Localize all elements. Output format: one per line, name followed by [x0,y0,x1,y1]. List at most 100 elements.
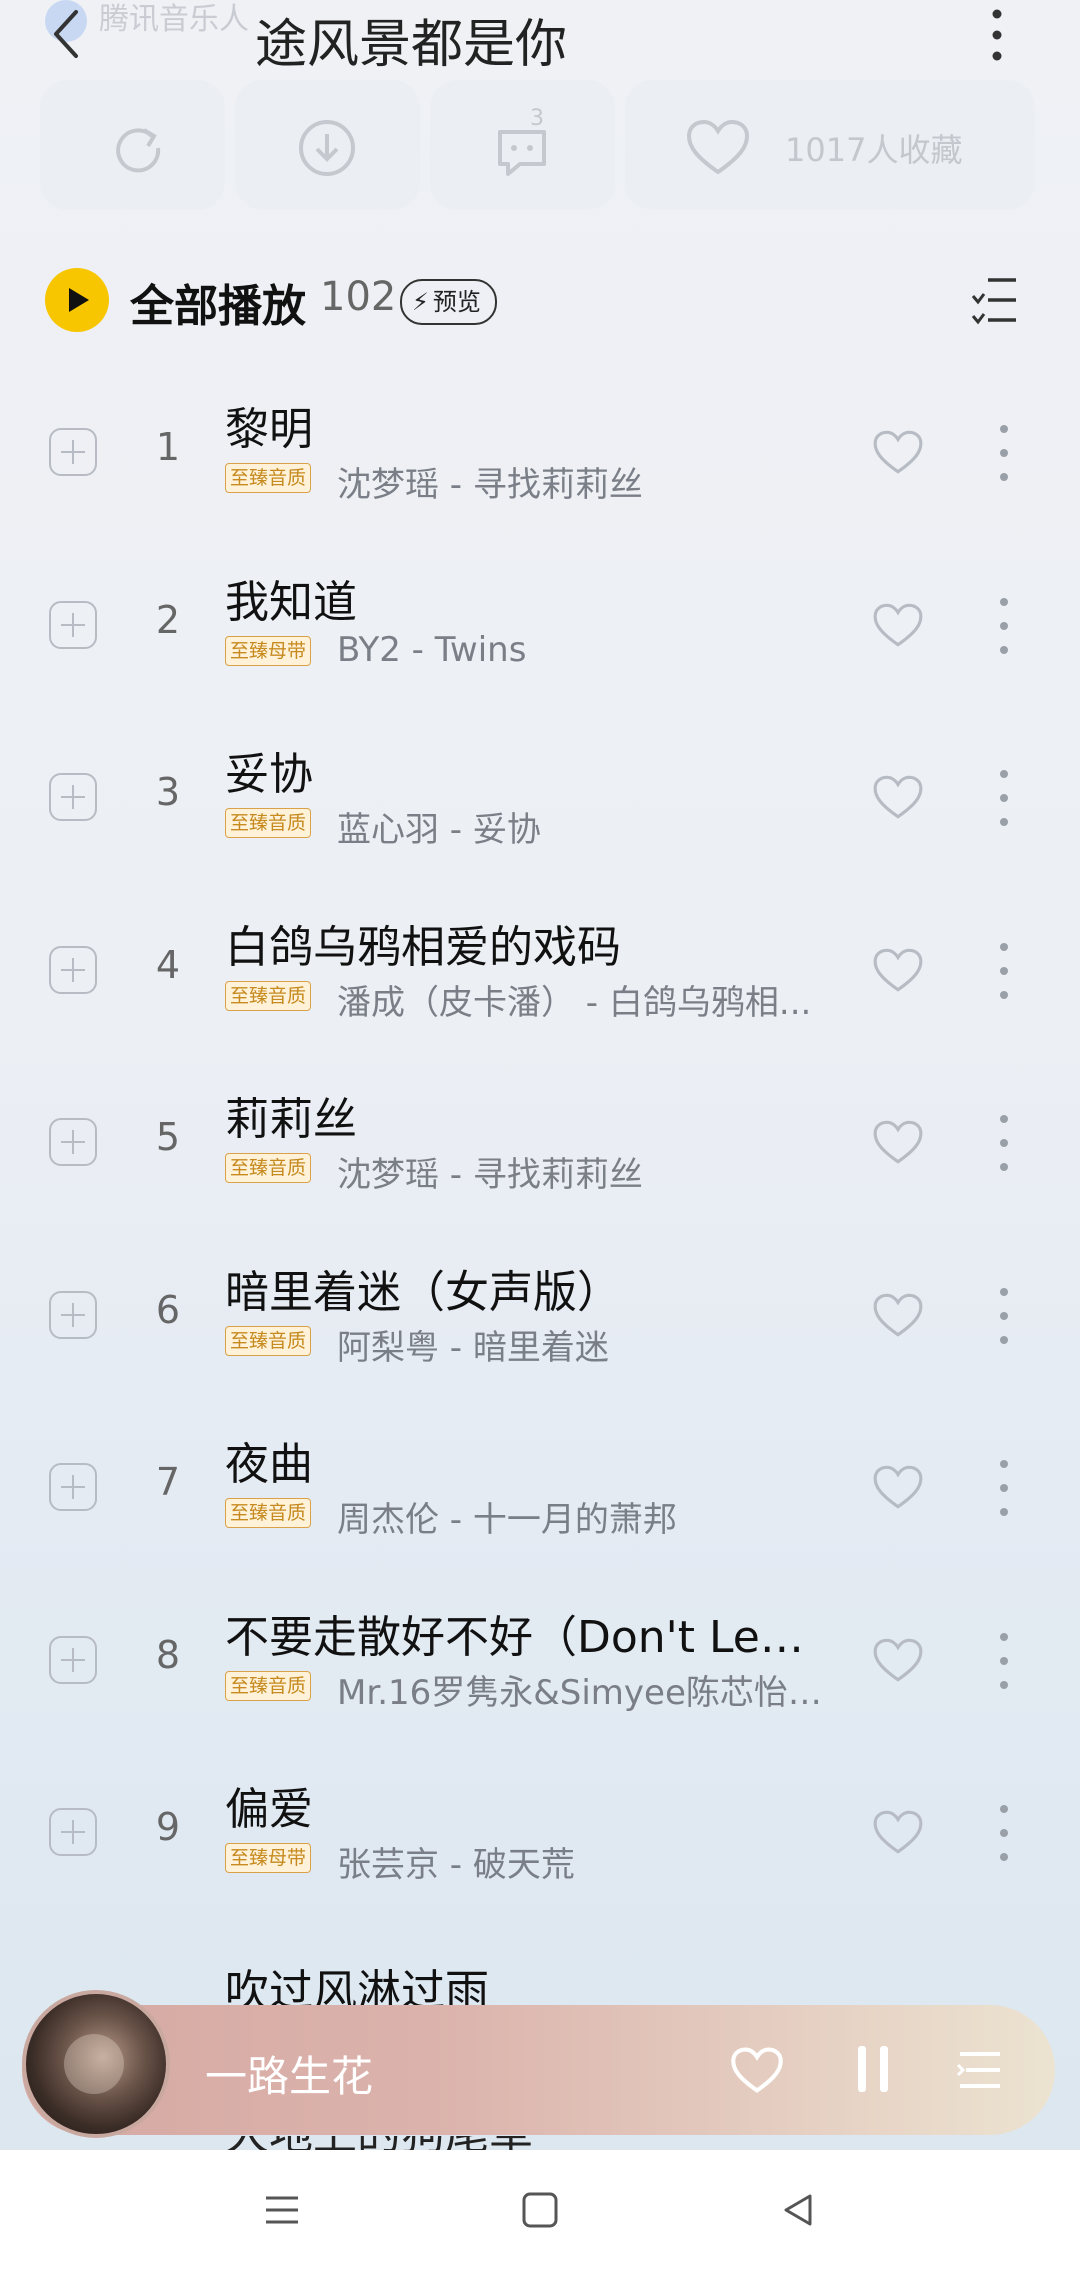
add-to-playlist-icon[interactable] [49,773,97,821]
play-all-label[interactable]: 全部播放 [130,270,306,334]
more-options-icon[interactable] [994,1111,1014,1175]
add-to-playlist-icon[interactable] [49,1118,97,1166]
heart-icon[interactable] [872,1292,924,1338]
download-button[interactable] [235,80,420,210]
more-options-icon[interactable] [994,1456,1014,1520]
more-options-icon[interactable] [994,939,1014,1003]
song-artist-album: 周杰伦 - 十一月的萧邦 [337,1500,677,1540]
add-to-playlist-icon[interactable] [49,1635,97,1684]
song-row[interactable]: 6 暗里着迷（女声版） 至臻音质 阿梨粤 - 暗里着迷 [0,1236,1080,1408]
song-artist-album: 沈梦瑶 - 寻找莉莉丝 [337,465,643,505]
list-manage-icon[interactable] [970,272,1020,328]
more-options-icon[interactable] [994,766,1014,830]
song-row[interactable]: 4 白鸽乌鸦相爱的戏码 至臻音质 潘成（皮卡潘） - 白鸽乌鸦相... [0,891,1080,1063]
share-button[interactable] [40,80,225,210]
comment-badge: 3 [530,106,544,131]
system-nav-bar [0,2150,1080,2283]
add-to-playlist-icon[interactable] [49,945,97,994]
heart-icon[interactable] [872,947,924,993]
song-row[interactable]: 1 黎明 至臻音质 沈梦瑶 - 寻找莉莉丝 [0,373,1080,545]
song-number: 4 [155,942,181,987]
play-all-button[interactable] [45,268,109,332]
song-number: 1 [155,425,181,469]
song-count: 102 [320,274,397,320]
play-icon [69,288,89,312]
top-bar: 腾讯音乐人 途风景都是你 [0,0,1080,75]
song-number: 7 [155,1460,181,1504]
song-artist-album: 沈梦瑶 - 寻找莉莉丝 [337,1155,643,1195]
add-to-playlist-icon[interactable] [49,600,97,649]
share-icon [116,128,161,173]
heart-icon[interactable] [872,429,924,475]
heart-icon[interactable] [872,774,924,820]
more-options-icon[interactable] [994,594,1014,658]
song-number: 9 [155,1805,181,1849]
song-row[interactable]: 5 莉莉丝 至臻音质 沈梦瑶 - 寻找莉莉丝 [0,1063,1080,1235]
playlist-queue-icon[interactable] [956,2048,1004,2092]
song-title-peek: 大地上的狗尾草 [225,2136,625,2150]
heart-icon[interactable] [872,602,924,648]
quality-badge: 至臻音质 [225,1325,312,1356]
back-arrow-icon[interactable] [40,4,100,64]
more-vertical-icon[interactable] [982,6,1012,64]
preview-button[interactable]: ⚡ 预览 [400,279,497,325]
comment-icon [498,130,546,176]
song-title: 暗里着迷（女声版） [225,1266,621,1318]
pause-icon[interactable] [856,2046,892,2092]
heart-outline-icon [686,119,750,175]
song-artist-album: 张芸京 - 破天荒 [337,1845,575,1885]
preview-label: 预览 [432,288,481,316]
add-to-playlist-icon[interactable] [49,1290,97,1339]
song-title: 白鸽乌鸦相爱的戏码 [225,921,621,973]
song-artist-album: 潘成（皮卡潘） - 白鸽乌鸦相... [337,982,812,1023]
song-artist-album: 蓝心羽 - 妥协 [337,810,541,850]
quality-badge: 至臻音质 [225,980,312,1011]
song-title: 我知道 [225,576,357,628]
song-number: 8 [155,1632,181,1677]
song-row[interactable]: 2 我知道 至臻母带 BY2 - Twins [0,546,1080,718]
more-options-icon[interactable] [994,1284,1014,1348]
song-title: 妥协 [225,749,313,800]
like-icon[interactable] [730,2046,784,2094]
song-title: 黎明 [225,404,313,455]
heart-icon[interactable] [872,1809,924,1855]
home-square-icon[interactable] [520,2190,560,2230]
song-number: 2 [155,597,181,642]
song-number: 6 [155,1287,181,1332]
heart-icon[interactable] [872,1119,924,1165]
song-number: 3 [155,770,181,814]
comment-button[interactable]: 3 [430,80,615,210]
more-options-icon[interactable] [994,1629,1014,1693]
song-title: 不要走散好不好（Don't Leav... [225,1611,825,1663]
song-row[interactable]: 3 妥协 至臻音质 蓝心羽 - 妥协 [0,718,1080,890]
quality-badge: 至臻音质 [225,463,312,493]
song-number: 5 [155,1115,181,1159]
quality-badge: 至臻音质 [225,808,312,838]
add-to-playlist-icon[interactable] [49,428,97,476]
peek-text: 大地上的狗尾草 [225,2136,625,2150]
quality-badge: 至臻音质 [225,1670,312,1701]
download-icon [299,120,355,176]
heart-icon[interactable] [872,1464,924,1510]
song-row[interactable]: 8 不要走散好不好（Don't Leav... 至臻音质 Mr.16罗隽永&Si… [0,1581,1080,1753]
quality-badge: 至臻母带 [225,1843,312,1873]
song-title: 夜曲 [225,1439,313,1490]
album-cover[interactable] [22,1990,170,2138]
quality-badge: 至臻音质 [225,1498,312,1528]
ghost-text: 腾讯音乐人 [99,2,249,37]
add-to-playlist-icon[interactable] [49,1808,97,1856]
song-artist-album: 阿梨粤 - 暗里着迷 [337,1327,609,1368]
song-artist-album: BY2 - Twins [337,629,527,670]
quality-badge: 至臻音质 [225,1153,312,1183]
menu-icon[interactable] [262,2190,302,2230]
song-row[interactable]: 7 夜曲 至臻音质 周杰伦 - 十一月的萧邦 [0,1408,1080,1580]
song-row[interactable]: 9 偏爱 至臻母带 张芸京 - 破天荒 [0,1753,1080,1925]
now-playing-title[interactable]: 一路生花 [205,2043,373,2104]
song-title: 偏爱 [225,1784,313,1835]
heart-icon[interactable] [872,1637,924,1683]
add-to-playlist-icon[interactable] [49,1463,97,1511]
back-triangle-icon[interactable] [778,2190,818,2230]
more-options-icon[interactable] [994,1801,1014,1865]
more-options-icon[interactable] [994,421,1014,485]
mini-player[interactable] [22,2005,1055,2135]
